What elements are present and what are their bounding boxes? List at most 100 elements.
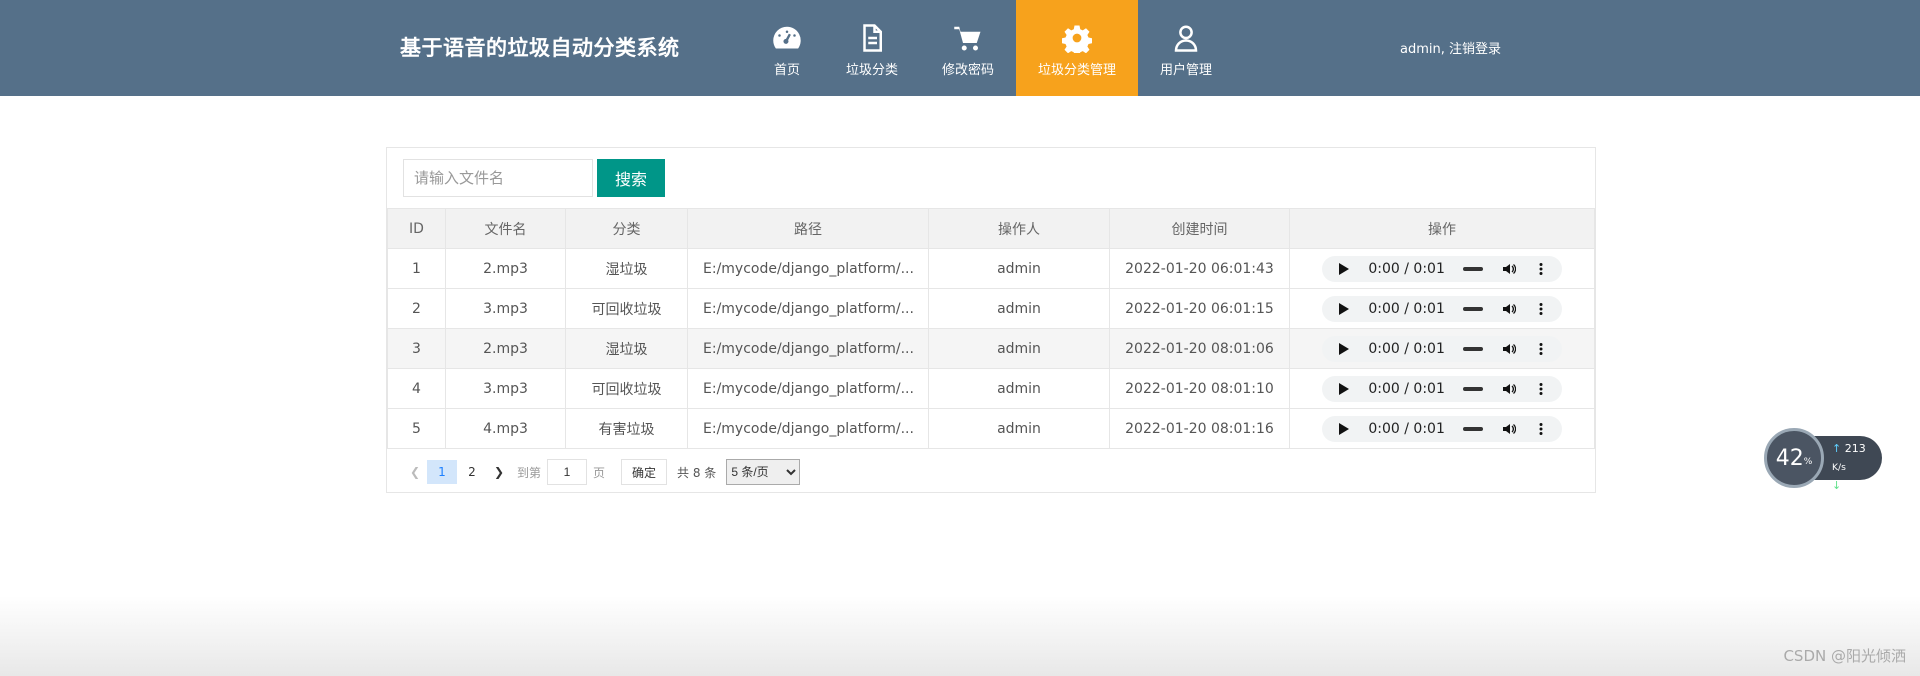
cell-created-time: 2022-01-20 08:01:06 xyxy=(1109,328,1290,369)
search-bar: 搜索 xyxy=(403,159,665,197)
cell-created-time: 2022-01-20 08:01:16 xyxy=(1109,408,1290,449)
logout-link[interactable]: 注销登录 xyxy=(1449,42,1501,57)
nav-garbage-classify[interactable]: 垃圾分类 xyxy=(824,0,920,96)
cell-filename: 3.mp3 xyxy=(445,288,566,329)
cell-id: 3 xyxy=(387,328,446,369)
more-options-icon[interactable] xyxy=(1534,342,1548,356)
cell-operator: admin xyxy=(928,288,1110,329)
upload-speed: 213 xyxy=(1844,442,1866,455)
volume-icon[interactable] xyxy=(1502,422,1516,436)
audio-player: 0:00 / 0:01 xyxy=(1322,335,1562,362)
more-options-icon[interactable] xyxy=(1534,262,1548,276)
progress-track[interactable] xyxy=(1463,382,1484,396)
volume-icon[interactable] xyxy=(1502,382,1516,396)
progress-track[interactable] xyxy=(1463,342,1484,356)
audio-time: 0:00 / 0:01 xyxy=(1368,420,1445,437)
next-page-icon[interactable]: ❯ xyxy=(487,460,511,484)
nav-label: 垃圾分类管理 xyxy=(1038,62,1117,78)
play-icon[interactable] xyxy=(1336,262,1350,276)
table-row: 4 3.mp3 可回收垃圾 E:/mycode/django_platform/...… xyxy=(387,368,1595,409)
download-speed: 266 xyxy=(1844,479,1866,492)
volume-icon[interactable] xyxy=(1502,302,1516,316)
app-title: 基于语音的垃圾自动分类系统 xyxy=(400,36,680,60)
user-area: admin, 注销登录 xyxy=(1400,38,1501,57)
table-header-row: ID 文件名 分类 路径 操作人 创建时间 操作 xyxy=(387,208,1595,249)
cell-id: 2 xyxy=(387,288,446,329)
watermark: CSDN @阳光倾洒 xyxy=(1783,647,1906,665)
cell-created-time: 2022-01-20 06:01:15 xyxy=(1109,288,1290,329)
upload-arrow-icon: ↑ xyxy=(1832,442,1842,455)
table-row: 5 4.mp3 有害垃圾 E:/mycode/django_platform/... a… xyxy=(387,408,1595,449)
top-header: 基于语音的垃圾自动分类系统 首页 垃圾分类 修改密码 垃圾分类管理 用户管理 a… xyxy=(0,0,1920,96)
username: admin, xyxy=(1400,42,1445,57)
cell-operator: admin xyxy=(928,248,1110,289)
progress-track[interactable] xyxy=(1463,262,1484,276)
search-input[interactable] xyxy=(403,159,593,197)
table-row: 3 2.mp3 湿垃圾 E:/mycode/django_platform/... ad… xyxy=(387,328,1595,369)
cell-created-time: 2022-01-20 08:01:10 xyxy=(1109,368,1290,409)
cell-id: 5 xyxy=(387,408,446,449)
nav-label: 修改密码 xyxy=(942,62,995,78)
goto-confirm-button[interactable]: 确定 xyxy=(621,459,668,485)
play-icon[interactable] xyxy=(1336,422,1350,436)
search-button[interactable]: 搜索 xyxy=(597,159,665,197)
nav-user-manage[interactable]: 用户管理 xyxy=(1138,0,1234,96)
prev-page-icon[interactable]: ❮ xyxy=(403,460,427,484)
cell-category: 湿垃圾 xyxy=(565,248,688,289)
page-1[interactable]: 1 xyxy=(427,460,457,484)
volume-icon[interactable] xyxy=(1502,342,1516,356)
nav-label: 用户管理 xyxy=(1160,62,1213,78)
table-body: 1 2.mp3 湿垃圾 E:/mycode/django_platform/... ad… xyxy=(387,248,1595,449)
gear-icon xyxy=(1062,25,1093,53)
nav-garbage-manage[interactable]: 垃圾分类管理 xyxy=(1016,0,1139,96)
cell-category: 可回收垃圾 xyxy=(565,368,688,409)
audio-time: 0:00 / 0:01 xyxy=(1368,340,1445,357)
cell-category: 湿垃圾 xyxy=(565,328,688,369)
usage-percent: 42 xyxy=(1775,445,1804,471)
cell-path: E:/mycode/django_platform/... xyxy=(687,368,929,409)
nav-home[interactable]: 首页 xyxy=(750,0,824,96)
cell-filename: 4.mp3 xyxy=(445,408,566,449)
more-options-icon[interactable] xyxy=(1534,302,1548,316)
nav-change-password[interactable]: 修改密码 xyxy=(920,0,1016,96)
page-size-select[interactable]: 5 条/页 xyxy=(726,459,801,485)
page-2[interactable]: 2 xyxy=(457,460,487,484)
cell-path: E:/mycode/django_platform/... xyxy=(687,248,929,289)
dashboard-icon xyxy=(773,26,801,48)
cell-created-time: 2022-01-20 06:01:43 xyxy=(1109,248,1290,289)
audio-time: 0:00 / 0:01 xyxy=(1368,380,1445,397)
cell-filename: 2.mp3 xyxy=(445,248,566,289)
progress-track[interactable] xyxy=(1463,422,1484,436)
cell-actions: 0:00 / 0:01 xyxy=(1289,288,1595,329)
cell-actions: 0:00 / 0:01 xyxy=(1289,248,1595,289)
usage-percent-unit: % xyxy=(1803,457,1813,467)
document-icon xyxy=(863,23,882,52)
col-operator: 操作人 xyxy=(928,208,1110,249)
cell-operator: admin xyxy=(928,368,1110,409)
play-icon[interactable] xyxy=(1336,382,1350,396)
cell-path: E:/mycode/django_platform/... xyxy=(687,408,929,449)
col-created-time: 创建时间 xyxy=(1109,208,1290,249)
cell-id: 4 xyxy=(387,368,446,409)
audio-time: 0:00 / 0:01 xyxy=(1368,300,1445,317)
col-path: 路径 xyxy=(687,208,929,249)
play-icon[interactable] xyxy=(1336,302,1350,316)
nav-label: 垃圾分类 xyxy=(846,62,899,78)
col-category: 分类 xyxy=(565,208,688,249)
play-icon[interactable] xyxy=(1336,342,1350,356)
audio-player: 0:00 / 0:01 xyxy=(1322,295,1562,322)
network-speed-widget[interactable]: ↑ 213 K/s ↓ 266 K/s 42% xyxy=(1764,428,1884,510)
progress-track[interactable] xyxy=(1463,302,1484,316)
goto-page-input[interactable] xyxy=(547,459,588,485)
cart-icon xyxy=(954,26,981,50)
cell-actions: 0:00 / 0:01 xyxy=(1289,408,1595,449)
more-options-icon[interactable] xyxy=(1534,382,1548,396)
cell-filename: 2.mp3 xyxy=(445,328,566,369)
user-icon xyxy=(1174,24,1198,52)
pagination: ❮ 1 2 ❯ 到第 页 确定 共 8 条 5 条/页 xyxy=(403,459,801,485)
volume-icon[interactable] xyxy=(1502,262,1516,276)
audio-player: 0:00 / 0:01 xyxy=(1322,415,1562,442)
col-actions: 操作 xyxy=(1289,208,1595,249)
more-options-icon[interactable] xyxy=(1534,422,1548,436)
col-id: ID xyxy=(387,208,446,249)
